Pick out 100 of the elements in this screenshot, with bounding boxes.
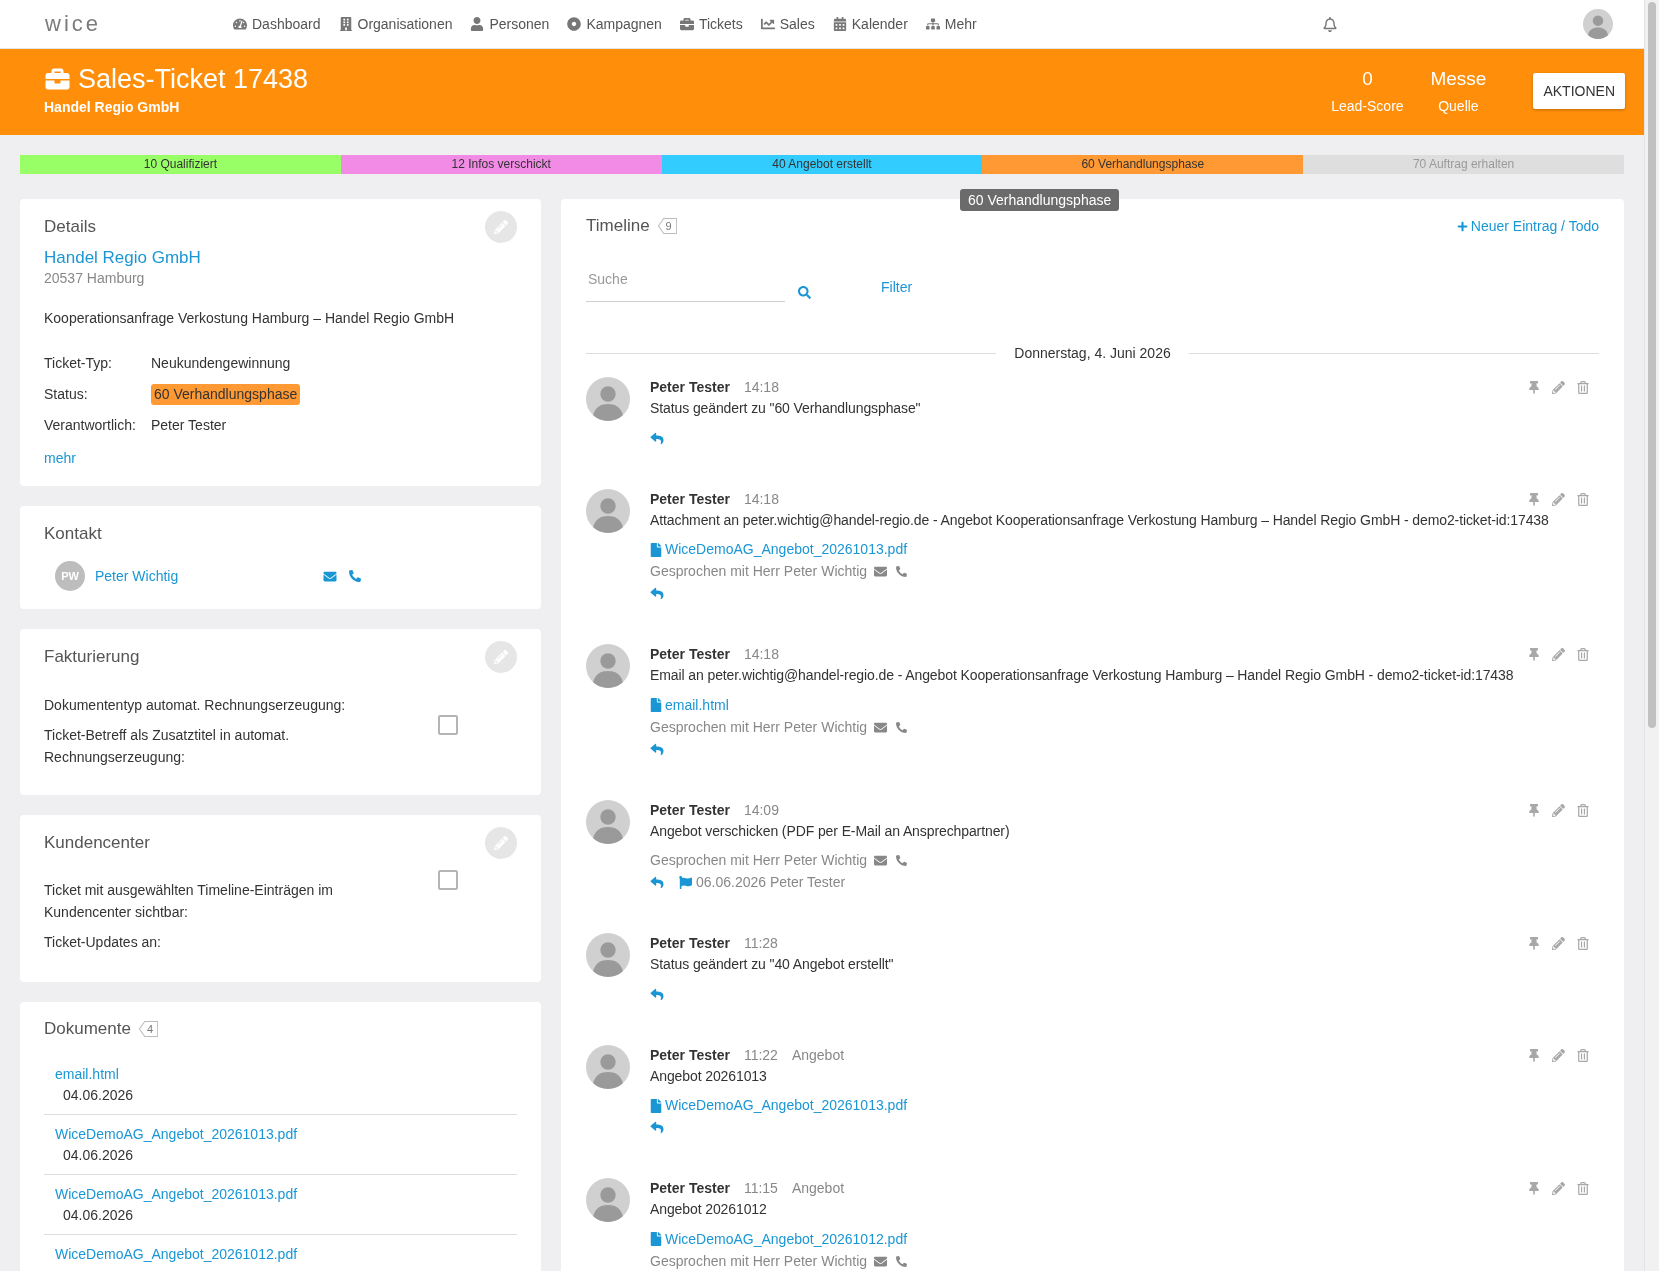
initials-avatar: PW [55,561,85,591]
envelope-icon[interactable] [323,569,337,583]
attachment-link[interactable]: WiceDemoAG_Angebot_20261012.pdf [650,1228,908,1250]
pencil-icon[interactable] [1552,937,1565,950]
pencil-icon [494,220,508,234]
actions-button[interactable]: AKTIONEN [1533,73,1625,109]
attachment-link[interactable]: email.html [650,694,729,716]
envelope-icon[interactable] [874,854,888,867]
person-avatar-icon [586,1178,630,1222]
document-link[interactable]: WiceDemoAG_Angebot_20261013.pdf [55,1123,298,1145]
search-icon[interactable] [798,286,811,299]
pipeline-stage[interactable]: 40 Angebot erstellt [661,155,983,174]
phone-icon[interactable] [896,566,908,577]
pencil-icon[interactable] [1552,381,1565,394]
pipeline-stage[interactable]: 10 Qualifiziert [20,155,341,174]
building-icon [338,17,353,31]
person-icon [470,17,485,31]
file-icon [650,1232,662,1246]
reply-arrow-icon[interactable] [650,1121,664,1134]
search-field[interactable]: Suche [586,266,785,302]
field-label: Ticket-Typ: [44,355,112,371]
pencil-icon [494,836,508,850]
envelope-icon[interactable] [874,565,888,578]
author-name: Peter Tester [650,378,730,397]
nav-link[interactable]: Kampagnen [567,13,662,35]
trash-icon[interactable] [1577,803,1589,817]
pipeline-stage[interactable]: 60 Verhandlungsphase [982,155,1304,174]
reply-arrow-icon[interactable] [650,587,664,600]
bell-icon[interactable] [1323,16,1337,32]
nav-link[interactable]: Sales [760,13,815,35]
pencil-icon[interactable] [1552,1182,1565,1195]
phone-icon[interactable] [349,570,361,582]
address-text: 20537 Hamburg [44,269,145,287]
edit-button[interactable] [485,827,517,859]
envelope-icon[interactable] [874,720,888,734]
target-icon [567,17,582,31]
trash-icon[interactable] [1577,937,1589,950]
nav-link[interactable]: Dashboard [233,13,321,35]
entry-time: 14:18 [743,489,779,509]
reply-arrow-icon[interactable] [650,431,664,445]
briefcase-icon [679,17,694,31]
nav-link[interactable]: Organisationen [338,13,453,35]
phone-icon[interactable] [896,1255,908,1267]
envelope-icon[interactable] [874,1254,888,1268]
reply-arrow-icon[interactable] [650,742,664,756]
logo[interactable]: wice [45,11,101,37]
document-link[interactable]: WiceDemoAG_Angebot_20261013.pdf [55,1183,298,1205]
nav-link[interactable]: Personen [470,13,550,35]
filter-link[interactable]: Filter [881,278,913,296]
pin-icon[interactable] [1528,1048,1540,1062]
checkbox[interactable] [438,715,458,735]
plus-icon [1456,220,1468,232]
scrollbar-thumb[interactable] [1648,2,1656,728]
entry-time: 11:22 [743,1045,778,1065]
scrollbar[interactable] [1644,0,1659,1271]
pencil-icon[interactable] [1552,648,1565,661]
person-avatar-icon[interactable] [1583,9,1613,39]
nav-link[interactable]: Tickets [679,13,743,35]
nav-link[interactable]: Kalender [832,13,908,35]
entry-text: Attachment an peter.wichtig@handel-regio.de - Angebot Kooperationsanfrage Verkostung Hamburg – Handel Regio GmbH - demo2-ticket-id:17438 [650,510,1549,530]
trash-icon[interactable] [1577,648,1589,661]
pin-icon[interactable] [1528,1182,1540,1195]
entry-text: Status geändert zu "40 Angebot erstellt" [650,955,894,974]
pin-icon[interactable] [1528,803,1540,817]
trash-icon[interactable] [1577,1048,1589,1062]
trash-icon[interactable] [1577,1182,1589,1195]
reply-arrow-icon[interactable] [650,987,664,1001]
pencil-icon[interactable] [1552,803,1565,817]
trash-icon[interactable] [1577,381,1589,394]
company-link[interactable]: Handel Regio GmbH [44,247,201,269]
attachment-link[interactable]: WiceDemoAG_Angebot_20261013.pdf [650,539,908,560]
contact-link[interactable]: Peter Wichtig [95,565,179,587]
attachment-link[interactable]: WiceDemoAG_Angebot_20261013.pdf [650,1095,908,1116]
new-entry-link[interactable]: Neuer Eintrag / Todo [1456,215,1599,237]
pin-icon[interactable] [1528,381,1540,394]
pin-icon[interactable] [1528,937,1540,950]
pencil-icon[interactable] [1552,1048,1565,1062]
nav-link[interactable]: Mehr [925,13,977,35]
pipeline-stage[interactable]: 12 Infos verschickt [340,155,662,174]
document-link[interactable]: email.html [55,1063,119,1085]
count-badge: 4 [138,1021,159,1037]
pin-icon[interactable] [1528,492,1540,506]
checkbox[interactable] [438,870,458,890]
field-label: Verantwortlich: [44,417,136,433]
field-label: Ticket mit ausgewählten Timeline-Einträgen im Kundencenter sichtbar: [44,881,334,922]
phone-icon[interactable] [896,721,908,733]
file-icon [650,542,662,557]
author-name: Peter Tester [650,934,730,953]
pencil-icon[interactable] [1552,492,1565,506]
pin-icon[interactable] [1528,648,1540,661]
reply-arrow-icon[interactable] [650,876,664,889]
author-name: Peter Tester [650,489,730,509]
flag-icon [679,876,692,889]
pipeline-stage[interactable]: 70 Auftrag erhalten [1303,155,1624,174]
edit-button[interactable] [485,211,517,243]
trash-icon[interactable] [1577,492,1589,506]
more-link[interactable]: mehr [44,448,76,468]
phone-icon[interactable] [896,855,908,866]
document-link[interactable]: WiceDemoAG_Angebot_20261012.pdf [55,1243,298,1265]
edit-button[interactable] [485,641,517,673]
